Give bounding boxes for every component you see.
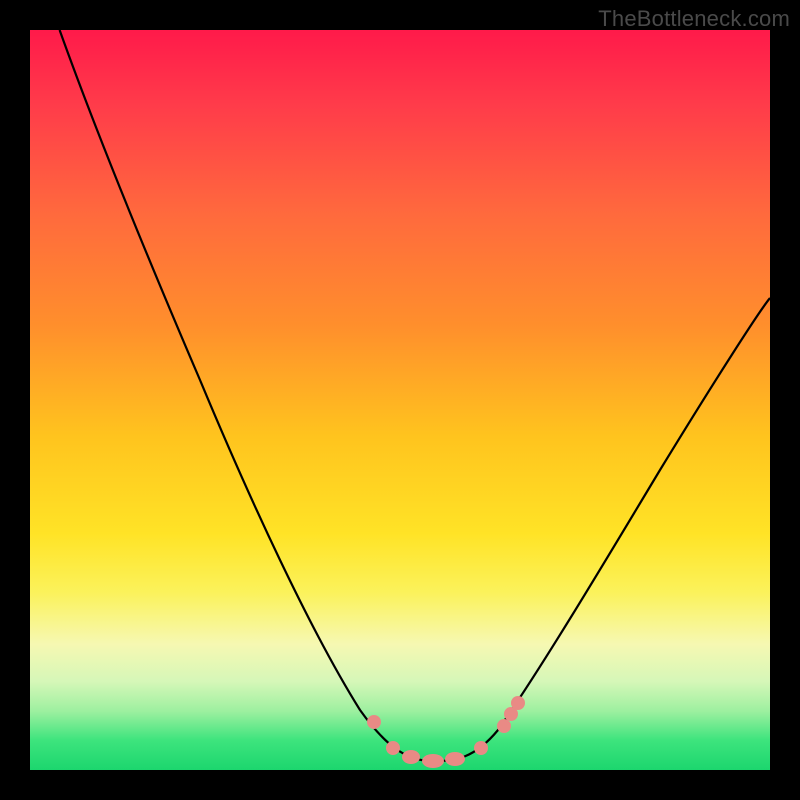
watermark-text: TheBottleneck.com xyxy=(598,6,790,32)
marker-group xyxy=(367,696,525,768)
marker-dot xyxy=(386,741,400,755)
marker-dot xyxy=(402,750,420,764)
chart-svg xyxy=(30,30,770,770)
marker-dot xyxy=(511,696,525,710)
marker-dot xyxy=(497,719,511,733)
marker-dot xyxy=(422,754,444,768)
marker-dot xyxy=(445,752,465,766)
bottleneck-curve xyxy=(60,30,770,761)
marker-dot xyxy=(474,741,488,755)
chart-frame: TheBottleneck.com xyxy=(0,0,800,800)
marker-dot xyxy=(367,715,381,729)
plot-area xyxy=(30,30,770,770)
